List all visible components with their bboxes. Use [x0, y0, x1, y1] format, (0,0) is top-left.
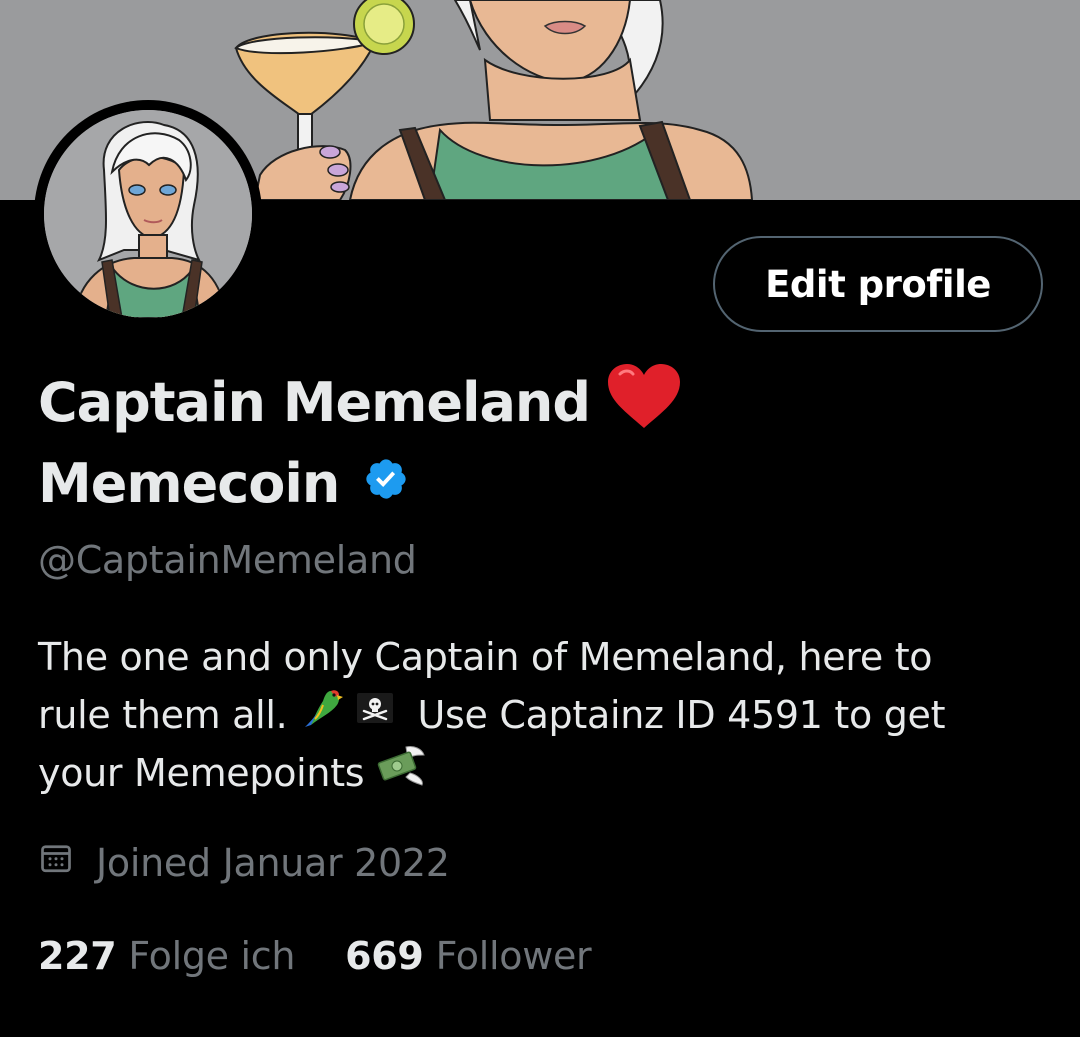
bio-text-2a: rule them all. [38, 693, 288, 737]
edit-profile-button[interactable]: Edit profile [713, 236, 1043, 332]
display-name-text: Captain Memeland [38, 371, 591, 434]
joined-text: Joined Januar 2022 [96, 840, 450, 885]
bio-line-3: your Memepoints [38, 744, 1058, 802]
follow-stats: 227 Folge ich 669 Follower [38, 934, 641, 978]
display-name-text-2: Memecoin [38, 452, 340, 515]
followers-link[interactable]: 669 Follower [345, 934, 592, 978]
avatar-image [44, 110, 252, 318]
avatar-illustration [44, 110, 252, 318]
money-with-wings-icon [376, 743, 426, 803]
display-name-line-2: Memecoin [38, 452, 409, 515]
profile-page: Edit profile Captain Memeland Memecoin @… [0, 0, 1080, 1037]
parrot-icon [301, 685, 345, 745]
followers-label: Follower [435, 934, 592, 978]
username-handle: @CaptainMemeland [38, 538, 417, 582]
following-label: Folge ich [128, 934, 296, 978]
verified-badge-icon[interactable] [363, 452, 409, 515]
profile-bio: The one and only Captain of Memeland, he… [38, 628, 1058, 802]
bio-line-2: rule them all. Use Captainz ID 4591 to g… [38, 686, 1058, 744]
following-count: 227 [38, 934, 117, 978]
bio-text-3: your Memepoints [38, 751, 365, 795]
pirate-flag-icon [353, 685, 397, 745]
followers-count: 669 [345, 934, 424, 978]
joined-date: Joined Januar 2022 [38, 840, 450, 885]
red-heart-icon [606, 362, 682, 443]
display-name-line-1: Captain Memeland [38, 362, 682, 443]
calendar-icon [38, 840, 74, 885]
bio-text-2b: Use Captainz ID 4591 to get [417, 693, 946, 737]
profile-avatar[interactable] [34, 100, 262, 328]
following-link[interactable]: 227 Folge ich [38, 934, 295, 978]
bio-line-1: The one and only Captain of Memeland, he… [38, 635, 933, 679]
